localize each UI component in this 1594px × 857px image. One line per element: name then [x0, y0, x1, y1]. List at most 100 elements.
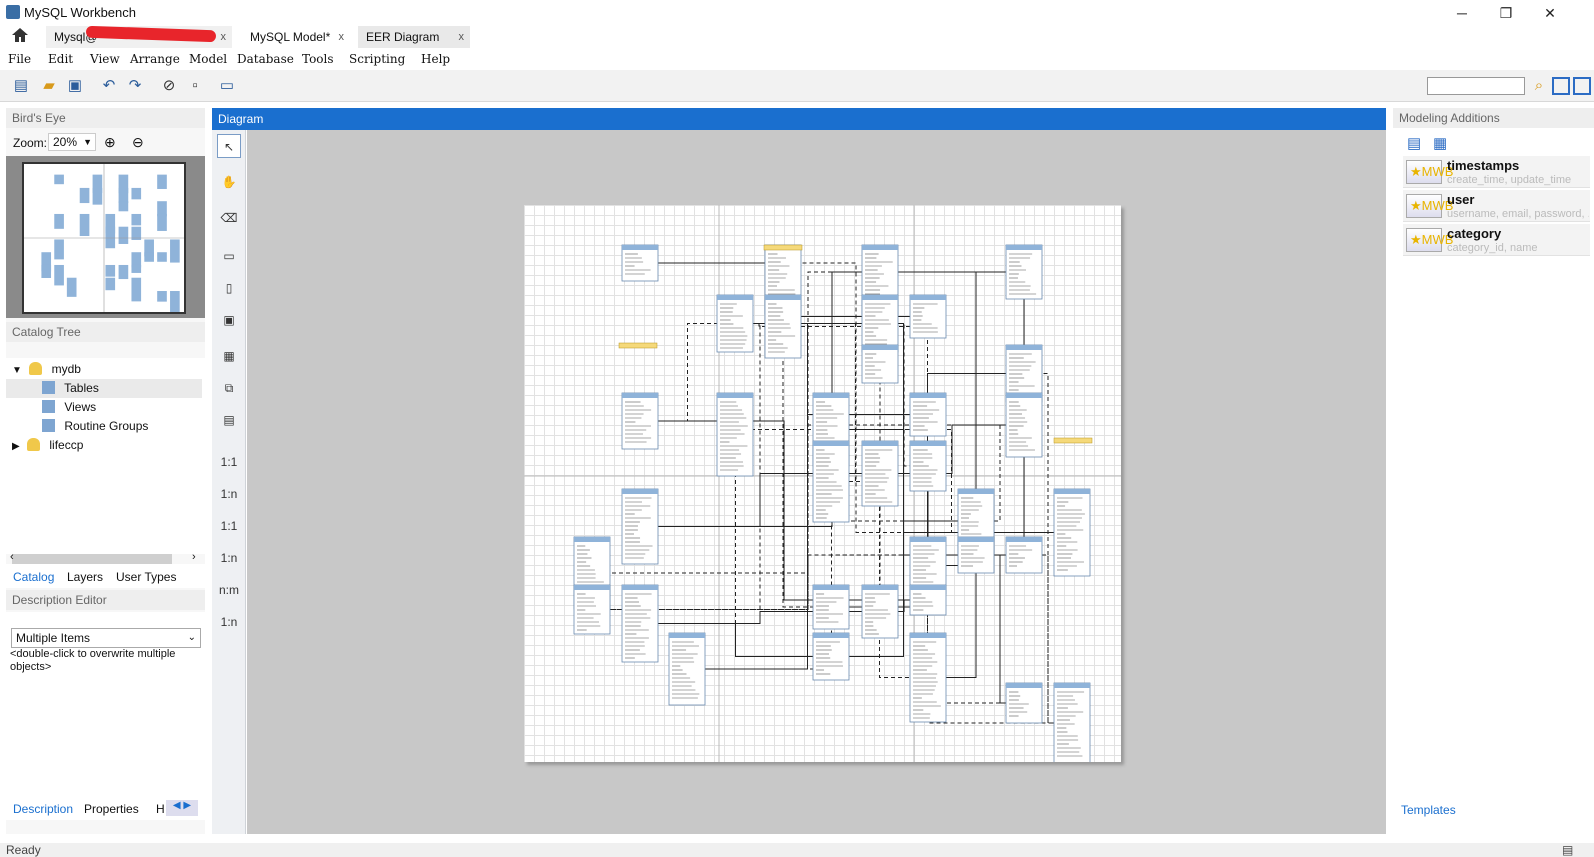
- tab-templates[interactable]: Templates: [1401, 803, 1456, 817]
- menu-edit[interactable]: Edit: [48, 52, 73, 66]
- eraser-tool-icon[interactable]: ⌫: [217, 206, 241, 230]
- toggle-sidebar-icon[interactable]: [1552, 77, 1570, 95]
- entity-table[interactable]: [1053, 488, 1091, 577]
- diagram-note[interactable]: [1053, 437, 1093, 444]
- menu-file[interactable]: File: [8, 52, 31, 66]
- page-setup-icon[interactable]: ▭: [218, 77, 236, 95]
- tree-node-mydb[interactable]: ▼ mydb: [12, 360, 81, 379]
- open-folder-icon[interactable]: ▰: [40, 77, 58, 95]
- entity-table[interactable]: [621, 488, 659, 565]
- collapse-arrow-icon[interactable]: ▶: [12, 441, 20, 452]
- menu-model[interactable]: Model: [189, 52, 227, 66]
- relation-existing-icon[interactable]: 1:n: [217, 610, 241, 634]
- entity-table[interactable]: [812, 584, 850, 630]
- home-tab[interactable]: [10, 26, 36, 48]
- layer-tool-icon[interactable]: ▭: [217, 244, 241, 268]
- entity-table[interactable]: [909, 632, 947, 723]
- menu-tools[interactable]: Tools: [302, 52, 334, 66]
- description-text[interactable]: <double-click to overwrite multiple obje…: [10, 648, 190, 674]
- tab-layers[interactable]: Layers: [67, 570, 103, 584]
- entity-table[interactable]: [1005, 682, 1043, 724]
- tab-close-icon[interactable]: x: [459, 26, 465, 48]
- tree-node-tables[interactable]: Tables: [6, 379, 202, 398]
- pointer-tool-icon[interactable]: ↖: [217, 134, 241, 158]
- minimize-button[interactable]: ─: [1442, 3, 1482, 23]
- image-tool-icon[interactable]: ▣: [217, 308, 241, 332]
- view-tool-icon[interactable]: ⧉: [217, 376, 241, 400]
- entity-table[interactable]: [716, 392, 754, 477]
- relation-1-1-icon[interactable]: 1:1: [217, 450, 241, 474]
- entity-table[interactable]: [909, 440, 947, 492]
- entity-table[interactable]: [909, 392, 947, 437]
- entity-table[interactable]: [1053, 682, 1091, 764]
- addition-user[interactable]: ★MWB user username, email, password, ...: [1403, 190, 1590, 222]
- tab-catalog[interactable]: Catalog: [13, 570, 54, 584]
- search-input[interactable]: [1427, 77, 1525, 95]
- menu-scripting[interactable]: Scripting: [349, 52, 405, 66]
- save-icon[interactable]: ▣: [66, 77, 84, 95]
- close-window-button[interactable]: ✕: [1530, 3, 1570, 23]
- entity-table[interactable]: [1005, 392, 1043, 458]
- menu-arrange[interactable]: Arrange: [130, 52, 180, 66]
- entity-table[interactable]: [1005, 244, 1043, 300]
- diagram-canvas[interactable]: [247, 130, 1386, 834]
- new-document-icon[interactable]: ▤: [12, 77, 30, 95]
- relation-n-m-icon[interactable]: n:m: [217, 578, 241, 602]
- entity-table[interactable]: [812, 632, 850, 681]
- tree-node-views[interactable]: Views: [42, 398, 96, 417]
- entity-table[interactable]: [909, 584, 947, 616]
- entity-table[interactable]: [621, 584, 659, 663]
- toggle-secondary-sidebar-icon[interactable]: [1573, 77, 1591, 95]
- description-select[interactable]: Multiple Items ⌄: [11, 628, 201, 648]
- entity-table[interactable]: [957, 536, 995, 574]
- entity-table[interactable]: [812, 440, 850, 523]
- hand-tool-icon[interactable]: ✋: [217, 170, 241, 194]
- align-grid-icon[interactable]: ▫: [186, 77, 204, 95]
- tab-close-icon[interactable]: x: [221, 26, 227, 48]
- menu-database[interactable]: Database: [237, 52, 294, 66]
- diagram-note[interactable]: [763, 244, 803, 251]
- zoom-in-icon[interactable]: ⊕: [104, 134, 116, 151]
- entity-table[interactable]: [861, 294, 899, 353]
- routine-group-tool-icon[interactable]: ▤: [217, 408, 241, 432]
- tab-description[interactable]: Description: [13, 802, 73, 816]
- tab-model[interactable]: MySQL Model* x: [242, 26, 350, 48]
- undo-icon[interactable]: ↶: [100, 77, 118, 95]
- tab-close-icon[interactable]: x: [339, 26, 345, 48]
- entity-table[interactable]: [573, 584, 611, 635]
- menu-help[interactable]: Help: [421, 52, 450, 66]
- entity-table[interactable]: [668, 632, 706, 706]
- addition-timestamps[interactable]: ★MWB timestamps create_time, update_time: [1403, 156, 1590, 188]
- entity-table[interactable]: [909, 294, 947, 339]
- entity-table[interactable]: [716, 294, 754, 353]
- entity-table[interactable]: [1005, 536, 1043, 574]
- search-icon[interactable]: ⌕: [1530, 77, 1548, 95]
- relation-1-n-icon[interactable]: 1:n: [217, 482, 241, 506]
- table-tool-icon[interactable]: ▦: [217, 344, 241, 368]
- redo-icon[interactable]: ↷: [126, 77, 144, 95]
- entity-table[interactable]: [861, 584, 899, 639]
- diagram-note[interactable]: [618, 342, 658, 349]
- tab-eer-diagram[interactable]: EER Diagram x: [358, 26, 470, 48]
- expand-arrow-icon[interactable]: ▼: [12, 365, 22, 376]
- entity-table[interactable]: [621, 244, 659, 282]
- addition-category[interactable]: ★MWB category category_id, name: [1403, 224, 1590, 256]
- tree-node-lifeccp[interactable]: ▶ lifeccp: [12, 436, 83, 455]
- zoom-select[interactable]: 20% ▼: [48, 133, 96, 151]
- birds-eye-view[interactable]: [22, 162, 186, 314]
- add-template-icon[interactable]: ▤: [1407, 134, 1421, 152]
- tab-history[interactable]: H: [156, 802, 165, 816]
- menu-view[interactable]: View: [90, 52, 120, 66]
- tab-scroll-arrows-icon[interactable]: ◀ ▶: [166, 800, 198, 816]
- tree-node-routine-groups[interactable]: Routine Groups: [42, 417, 148, 436]
- relation-1-n-nonid-icon[interactable]: 1:n: [217, 546, 241, 570]
- note-tool-icon[interactable]: ▯: [217, 276, 241, 300]
- maximize-button[interactable]: ❐: [1486, 3, 1526, 23]
- entity-table[interactable]: [861, 344, 899, 384]
- entity-table[interactable]: [764, 294, 802, 359]
- entity-table[interactable]: [621, 392, 659, 450]
- output-panel-icon[interactable]: ▤: [1562, 843, 1573, 857]
- tab-user-types[interactable]: User Types: [116, 570, 176, 584]
- zoom-out-icon[interactable]: ⊖: [132, 134, 144, 151]
- toggle-grid-icon[interactable]: ⊘: [160, 77, 178, 95]
